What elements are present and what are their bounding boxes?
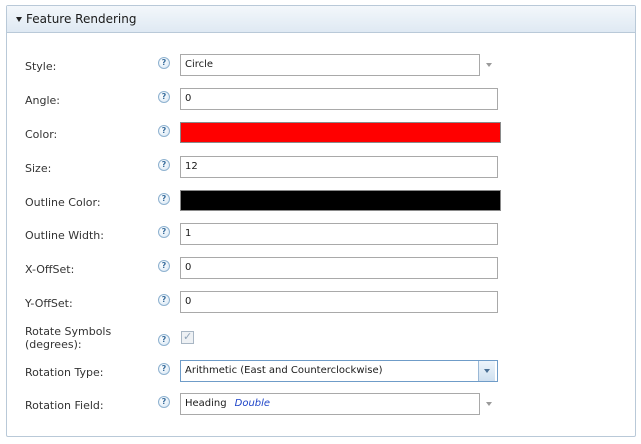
y-offset-help-icon[interactable]: ?: [158, 294, 170, 306]
outline-color-label: Outline Color:: [25, 196, 101, 209]
style-dropdown-arrow-icon[interactable]: [481, 54, 498, 76]
rotation-field-select[interactable]: Heading Double: [180, 393, 480, 415]
rotation-type-value: Arithmetic (East and Counterclockwise): [185, 365, 383, 376]
rotate-symbols-help-icon[interactable]: ?: [158, 334, 170, 346]
outline-color-row: Outline Color: ?: [7, 190, 635, 212]
rotate-symbols-label-line1: Rotate Symbols: [25, 325, 112, 338]
size-input[interactable]: 12: [180, 156, 498, 178]
color-help-icon[interactable]: ?: [158, 125, 170, 137]
y-offset-input[interactable]: 0: [180, 291, 498, 313]
panel-title: Feature Rendering: [26, 12, 137, 26]
rotation-field-type: Double: [234, 398, 271, 409]
rotation-type-row: Rotation Type: ? Arithmetic (East and Co…: [7, 360, 635, 382]
rotation-type-label: Rotation Type:: [25, 366, 104, 379]
color-label: Color:: [25, 128, 58, 141]
rotate-symbols-checkbox[interactable]: ✓: [181, 330, 194, 344]
outline-width-help-icon[interactable]: ?: [158, 226, 170, 238]
x-offset-label: X-OffSet:: [25, 263, 75, 276]
outline-width-input[interactable]: 1: [180, 223, 498, 245]
outline-color-swatch[interactable]: [180, 190, 501, 211]
x-offset-help-icon[interactable]: ?: [158, 260, 170, 272]
chevron-down-icon: [486, 63, 492, 67]
rotation-field-help-icon[interactable]: ?: [158, 396, 170, 408]
rotation-field-value: Heading: [185, 398, 227, 409]
color-swatch[interactable]: [180, 122, 501, 143]
collapse-arrow-icon[interactable]: [16, 17, 22, 22]
size-help-icon[interactable]: ?: [158, 159, 170, 171]
rotate-symbols-label-line2: (degrees):: [25, 338, 82, 351]
size-label: Size:: [25, 162, 52, 175]
outline-color-help-icon[interactable]: ?: [158, 193, 170, 205]
rotate-symbols-row: Rotate Symbols (degrees): ? ✓: [7, 325, 635, 353]
outline-width-row: Outline Width: ? 1: [7, 223, 635, 245]
rotation-field-dropdown-arrow-icon[interactable]: [481, 393, 498, 415]
angle-row: Angle: ? 0: [7, 88, 635, 110]
checkmark-icon: ✓: [183, 330, 193, 343]
style-select[interactable]: Circle: [180, 54, 480, 76]
chevron-down-icon: [486, 402, 492, 406]
rotation-field-row: Rotation Field: ? Heading Double: [7, 393, 635, 415]
rotation-field-label: Rotation Field:: [25, 399, 104, 412]
size-row: Size: ? 12: [7, 156, 635, 178]
style-help-icon[interactable]: ?: [158, 57, 170, 69]
style-row: Style: ? Circle: [7, 54, 635, 76]
angle-input[interactable]: 0: [180, 88, 498, 110]
angle-label: Angle:: [25, 94, 61, 107]
outline-width-label: Outline Width:: [25, 229, 104, 242]
rotation-type-help-icon[interactable]: ?: [158, 363, 170, 375]
x-offset-row: X-OffSet: ? 0: [7, 257, 635, 279]
feature-rendering-panel: Feature Rendering Style: ? Circle Angle:…: [6, 5, 636, 437]
chevron-down-icon: [484, 369, 490, 373]
panel-header[interactable]: Feature Rendering: [7, 6, 635, 33]
y-offset-label: Y-OffSet:: [25, 297, 73, 310]
color-row: Color: ?: [7, 122, 635, 144]
rotate-symbols-label: Rotate Symbols (degrees):: [25, 325, 111, 351]
x-offset-input[interactable]: 0: [180, 257, 498, 279]
angle-help-icon[interactable]: ?: [158, 91, 170, 103]
rotation-type-dropdown-arrow-icon[interactable]: [478, 361, 495, 381]
y-offset-row: Y-OffSet: ? 0: [7, 291, 635, 313]
rotation-type-select[interactable]: Arithmetic (East and Counterclockwise): [180, 360, 498, 382]
style-label: Style:: [25, 60, 57, 73]
